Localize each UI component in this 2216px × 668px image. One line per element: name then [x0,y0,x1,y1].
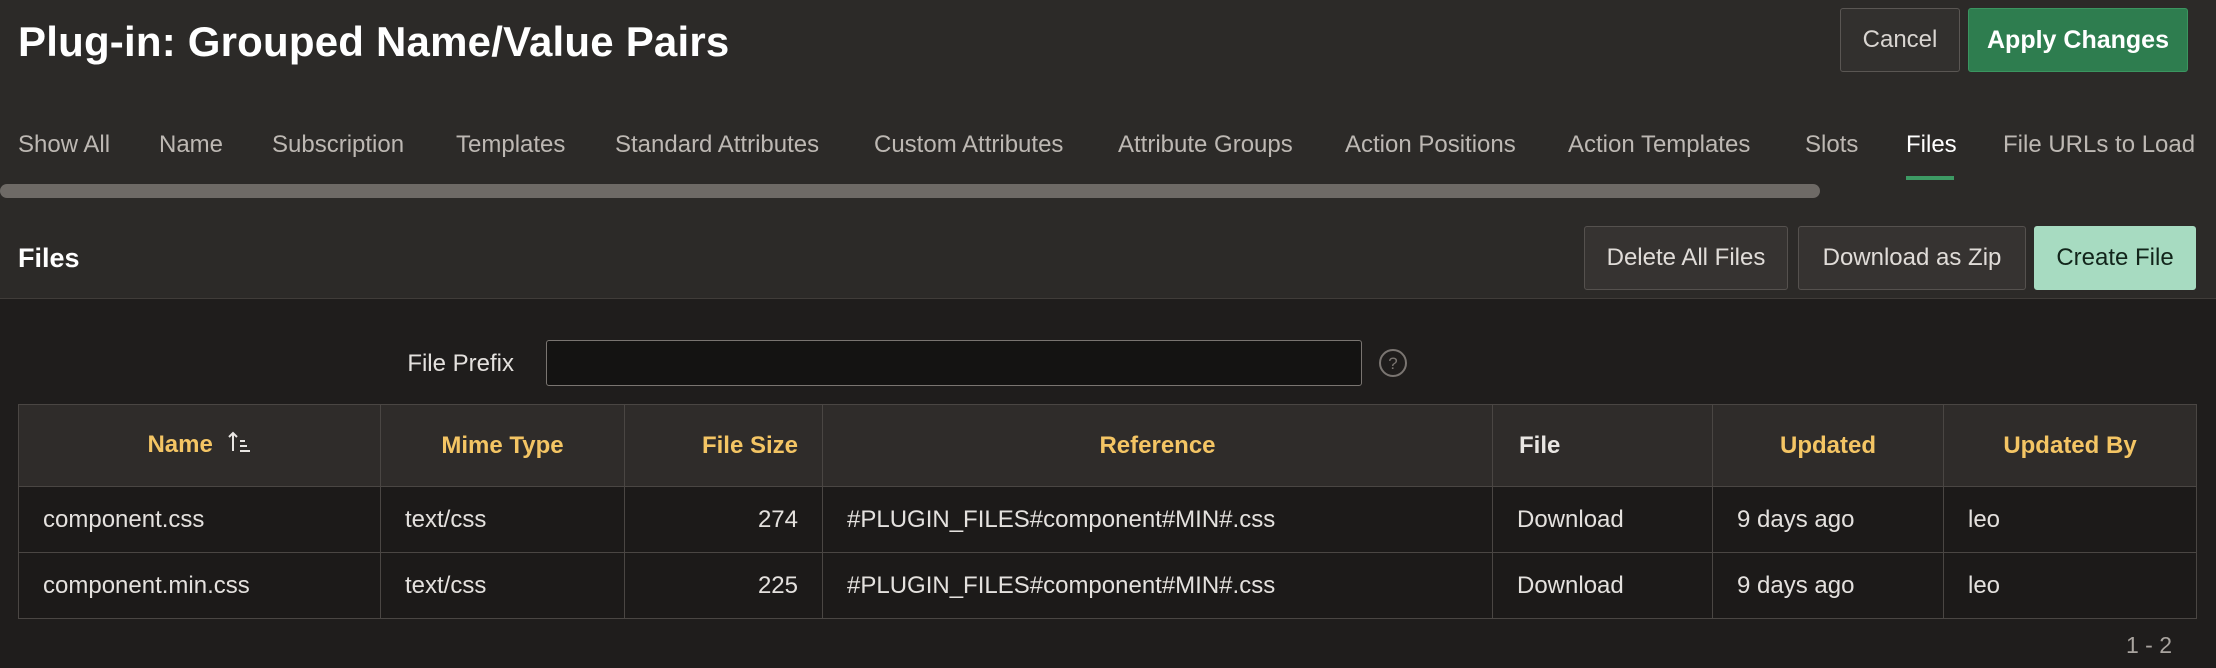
tab-templates[interactable]: Templates [456,118,565,178]
files-table: Name Mime Type File Size Reference File … [18,404,2197,619]
sort-ascending-icon[interactable] [226,429,252,462]
tab-standard-attributes[interactable]: Standard Attributes [615,118,819,178]
download-as-zip-button[interactable]: Download as Zip [1798,226,2026,290]
column-header-updated[interactable]: Updated [1712,404,1944,487]
file-name-link[interactable]: component.min.css [18,552,381,619]
column-header-name[interactable]: Name [18,404,381,487]
updated-by-cell: leo [1943,486,2197,553]
file-prefix-input[interactable] [546,340,1362,386]
file-prefix-label: File Prefix [407,350,514,377]
tab-files[interactable]: Files [1906,118,1957,178]
svg-text:?: ? [1388,354,1397,373]
tab-subscription[interactable]: Subscription [272,118,404,178]
table-row: component.css text/css 274 #PLUGIN_FILES… [18,486,2197,553]
table-row: component.min.css text/css 225 #PLUGIN_F… [18,552,2197,619]
download-link[interactable]: Download [1492,552,1713,619]
column-header-file: File [1492,404,1713,487]
tab-slots[interactable]: Slots [1805,118,1858,178]
mime-type-cell: text/css [380,486,625,553]
tab-action-positions[interactable]: Action Positions [1345,118,1516,178]
column-header-file-size[interactable]: File Size [624,404,823,487]
file-size-cell: 225 [624,552,823,619]
tab-scrollbar[interactable] [0,184,1820,198]
delete-all-files-button[interactable]: Delete All Files [1584,226,1788,290]
tab-custom-attributes[interactable]: Custom Attributes [874,118,1063,178]
updated-cell: 9 days ago [1712,552,1944,619]
tab-action-templates[interactable]: Action Templates [1568,118,1750,178]
file-name-link[interactable]: component.css [18,486,381,553]
mime-type-cell: text/css [380,552,625,619]
help-circle-icon[interactable]: ? [1378,348,1408,378]
table-header-row: Name Mime Type File Size Reference File … [18,404,2197,487]
file-size-cell: 274 [624,486,823,553]
download-link[interactable]: Download [1492,486,1713,553]
apply-changes-button[interactable]: Apply Changes [1968,8,2188,72]
column-header-updated-by[interactable]: Updated By [1943,404,2197,487]
page-title: Plug-in: Grouped Name/Value Pairs [18,18,730,65]
reference-cell: #PLUGIN_FILES#component#MIN#.css [822,486,1493,553]
active-tab-indicator [1906,176,1954,180]
updated-cell: 9 days ago [1712,486,1944,553]
cancel-button[interactable]: Cancel [1840,8,1960,72]
pagination-info: 1 - 2 [2125,632,2172,658]
create-file-button[interactable]: Create File [2034,226,2196,290]
tab-show-all[interactable]: Show All [18,118,110,178]
tab-name[interactable]: Name [159,118,223,178]
column-header-reference[interactable]: Reference [822,404,1493,487]
reference-cell: #PLUGIN_FILES#component#MIN#.css [822,552,1493,619]
tab-attribute-groups[interactable]: Attribute Groups [1118,118,1293,178]
column-header-mime-type[interactable]: Mime Type [380,404,625,487]
tab-file-urls-to-load[interactable]: File URLs to Load [2003,118,2195,178]
region-title: Files [18,243,80,273]
updated-by-cell: leo [1943,552,2197,619]
